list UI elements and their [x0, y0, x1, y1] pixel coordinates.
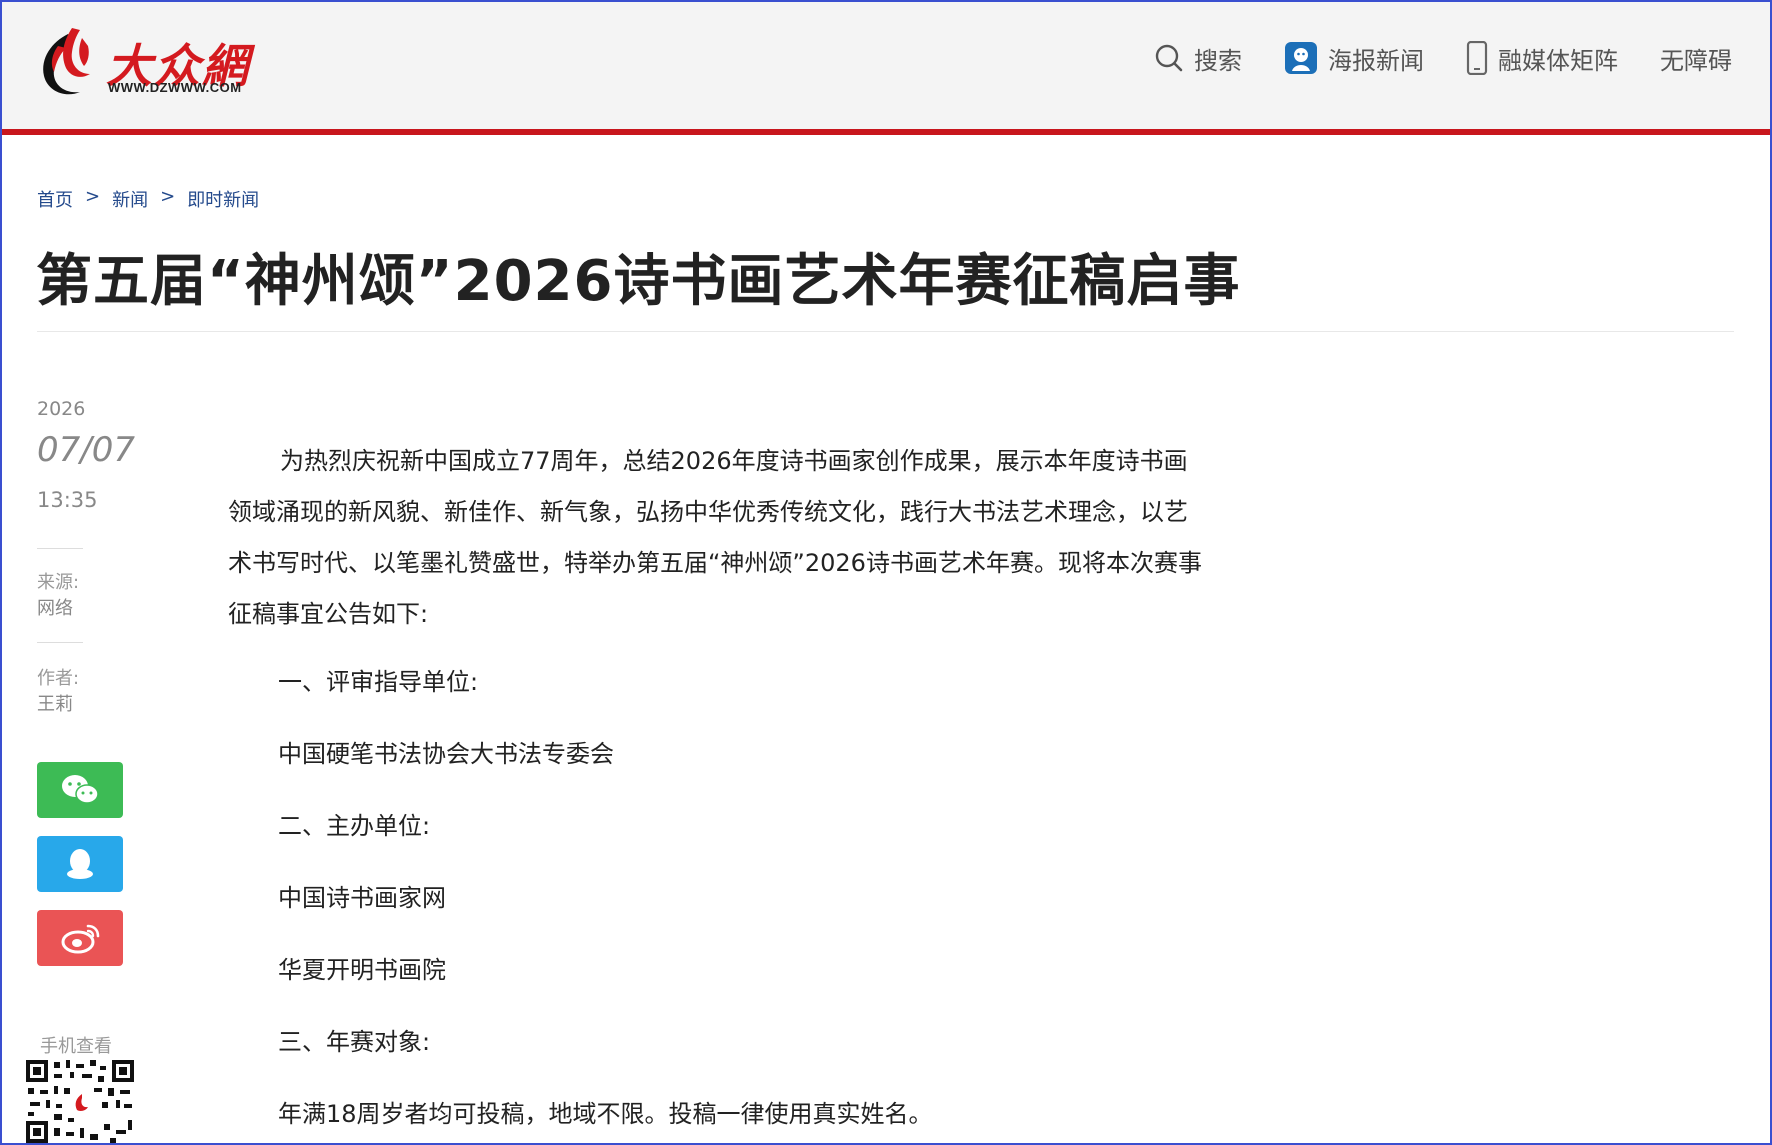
breadcrumb-separator: >	[85, 186, 101, 207]
mobile-phone-icon	[1466, 41, 1488, 75]
logo-url: WWW.DZWWW.COM	[108, 80, 242, 95]
breadcrumb-separator: >	[160, 186, 176, 207]
mobile-view-label: 手机查看	[40, 1036, 112, 1057]
author-label: 作者:	[37, 668, 80, 689]
nav-accessibility-label: 无障碍	[1660, 46, 1732, 75]
lead-paragraph: 为热烈庆祝新中国成立77周年，总结2026年度诗书画家创作成果，展示本年度诗书画…	[228, 436, 1208, 640]
section-heading: 二、主办单位:	[278, 812, 431, 840]
breadcrumb-instant-news[interactable]: 即时新闻	[187, 186, 259, 212]
wechat-icon	[62, 775, 99, 804]
article-paragraph: 中国诗书画家网	[278, 884, 446, 912]
share-qq-button[interactable]	[37, 836, 123, 892]
breadcrumb-home[interactable]: 首页	[37, 186, 73, 212]
article-body: 为热烈庆祝新中国成立77周年，总结2026年度诗书画家创作成果，展示本年度诗书画…	[228, 436, 1208, 640]
article-paragraph: 华夏开明书画院	[278, 956, 446, 984]
qq-icon	[67, 849, 93, 879]
nav-media-matrix-label: 融媒体矩阵	[1498, 46, 1618, 75]
article-paragraph: 年满18周岁者均可投稿，地域不限。投稿一律使用真实姓名。	[278, 1100, 933, 1128]
article-title: 第五届“神州颂”2026诗书画艺术年赛征稿启事	[36, 249, 1241, 314]
share-weibo-button[interactable]	[37, 910, 123, 966]
nav-media-matrix[interactable]: 融媒体矩阵	[1466, 41, 1618, 76]
lead-line: 为热烈庆祝新中国成立77周年，总结2026年度诗书画家创作成果，展示本年度诗	[280, 447, 1140, 475]
search-icon	[1155, 44, 1183, 72]
breadcrumb-news[interactable]: 新闻	[112, 186, 148, 212]
poster-news-icon	[1285, 42, 1317, 74]
meta-divider	[37, 548, 83, 549]
source-value: 网络	[37, 598, 73, 619]
qr-code-icon	[24, 1058, 136, 1145]
header-nav: 搜索 海报新闻 融媒体矩阵 无障碍	[1112, 38, 1732, 78]
publish-time: 13:35	[37, 488, 98, 512]
meta-divider	[37, 642, 83, 643]
site-logo[interactable]: 大众網 WWW.DZWWW.COM	[34, 22, 254, 102]
nav-accessibility[interactable]: 无障碍	[1660, 41, 1732, 76]
author-value: 王莉	[37, 694, 73, 715]
publish-year: 2026	[37, 398, 86, 420]
nav-search-label: 搜索	[1194, 46, 1242, 75]
title-divider	[37, 331, 1734, 332]
section-heading: 三、年赛对象:	[278, 1028, 431, 1056]
section-heading: 一、评审指导单位:	[278, 668, 479, 696]
share-wechat-button[interactable]	[37, 762, 123, 818]
flame-logo-icon	[43, 28, 90, 95]
nav-poster-news-label: 海报新闻	[1328, 46, 1424, 75]
source-label: 来源:	[37, 572, 80, 593]
article-paragraph: 中国硬笔书法协会大书法专委会	[278, 740, 614, 768]
weibo-icon	[61, 924, 100, 954]
publish-date: 07/07	[37, 430, 135, 470]
breadcrumb: 首页 > 新闻 > 即时新闻	[37, 186, 259, 212]
nav-search[interactable]: 搜索	[1154, 41, 1242, 76]
nav-poster-news[interactable]: 海报新闻	[1284, 41, 1424, 76]
header-divider	[2, 129, 1770, 135]
